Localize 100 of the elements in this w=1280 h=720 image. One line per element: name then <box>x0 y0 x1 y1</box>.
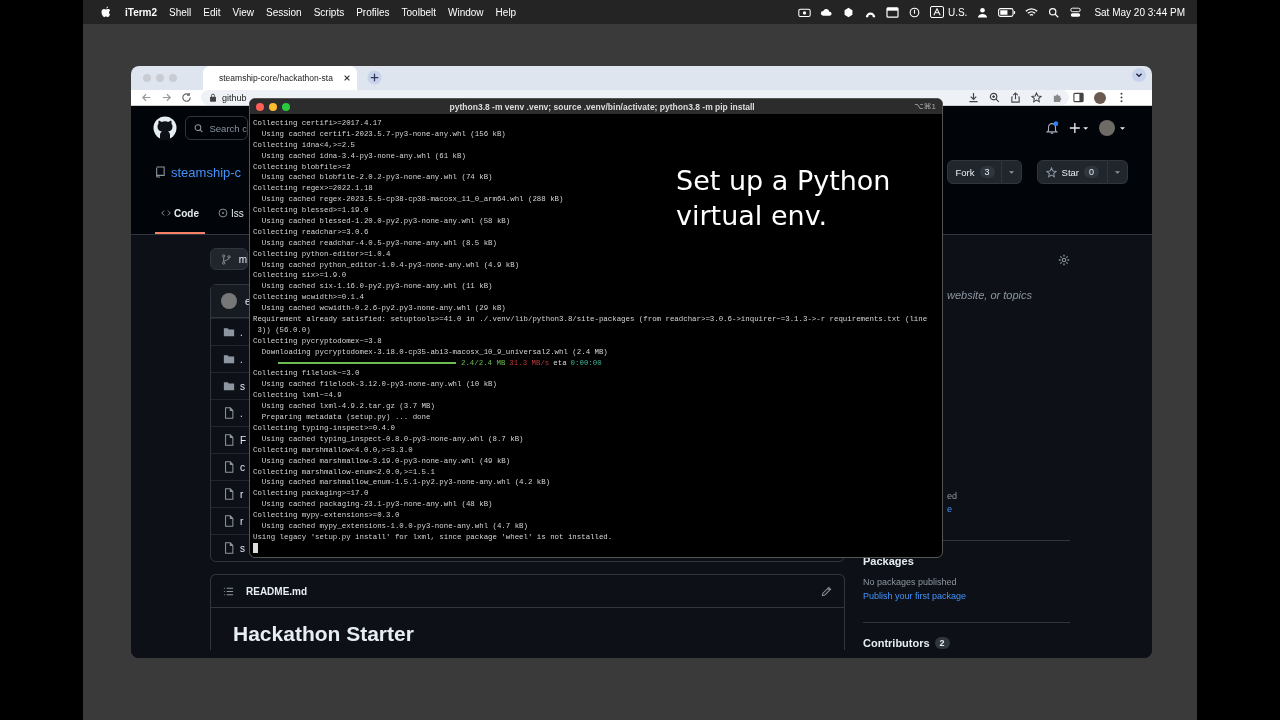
branch-selector-button[interactable]: m <box>210 248 248 270</box>
release-link[interactable]: e <box>947 504 952 514</box>
menu-item[interactable]: View <box>232 6 255 18</box>
code-brackets-icon <box>161 208 171 218</box>
menu-item[interactable]: Session <box>266 6 302 18</box>
caption-text: virtual env. <box>676 199 829 233</box>
readme-title: README.md <box>246 585 308 597</box>
keyboard-letter-icon <box>929 6 944 18</box>
input-source-label: U.S. <box>947 6 968 18</box>
caret-icon[interactable] <box>1119 125 1126 131</box>
control-center-icon[interactable] <box>1069 6 1083 18</box>
packages-empty-text: No packages published <box>863 577 957 587</box>
new-tab-plus-icon[interactable] <box>367 70 382 85</box>
file-name-link[interactable]: r <box>240 515 244 527</box>
octocat-logo-icon[interactable] <box>153 116 177 140</box>
download-icon[interactable] <box>968 92 979 103</box>
user-avatar[interactable] <box>1099 120 1115 136</box>
repository-icon <box>155 166 165 178</box>
repository-link[interactable]: steamship-c <box>171 164 242 180</box>
menu-item[interactable]: Toolbelt <box>401 6 436 18</box>
profile-avatar[interactable] <box>1094 91 1106 104</box>
list-icon[interactable] <box>223 585 234 597</box>
star-button[interactable]: Star 0 <box>1036 160 1108 184</box>
input-source-indicator[interactable]: U.S. <box>929 6 968 18</box>
pencil-icon[interactable] <box>821 585 832 597</box>
file-name-link[interactable]: . <box>240 326 243 338</box>
menu-item[interactable]: Help <box>495 6 517 18</box>
battery-icon[interactable] <box>998 6 1017 18</box>
contributors-count: 2 <box>934 637 950 649</box>
zoom-icon[interactable] <box>989 92 1000 103</box>
file-icon <box>223 407 235 419</box>
about-placeholder-text: website, or topics <box>946 289 1033 301</box>
tab-search-chevron-icon[interactable] <box>1132 68 1146 82</box>
window-minimize-light[interactable] <box>269 102 277 111</box>
search-field[interactable]: Search c <box>185 116 248 140</box>
menu-bar-clock[interactable]: Sat May 20 3:44 PM <box>1094 6 1185 18</box>
apple-logo-icon[interactable] <box>101 6 111 18</box>
puzzle-piece-icon[interactable] <box>1052 92 1063 103</box>
close-icon[interactable] <box>343 74 351 82</box>
share-icon[interactable] <box>1010 92 1021 103</box>
file-name-link[interactable]: c <box>240 461 245 473</box>
repository-tab[interactable]: Code <box>155 194 205 234</box>
power-circle-icon[interactable] <box>907 6 921 18</box>
commit-author-avatar <box>221 293 237 309</box>
menu-item[interactable]: Profiles <box>356 6 390 18</box>
browser-tab[interactable]: steamship-core/hackathon-sta <box>203 66 357 90</box>
back-arrow-icon[interactable] <box>141 92 152 103</box>
cloud-icon[interactable] <box>819 6 833 18</box>
star-icon <box>1045 166 1057 178</box>
menu-item[interactable]: Shell <box>169 6 192 18</box>
person-icon[interactable] <box>976 6 990 18</box>
caption-text: Set up a Python <box>676 164 891 198</box>
file-name-link[interactable]: . <box>240 407 243 419</box>
search-icon <box>194 122 204 134</box>
publish-package-link[interactable]: Publish your first package <box>863 591 967 601</box>
app-menu[interactable]: iTerm2 <box>125 6 158 18</box>
folder-icon <box>223 353 235 365</box>
file-name-link[interactable]: . <box>240 353 243 365</box>
branch-icon <box>221 253 232 265</box>
window-zoom-light[interactable] <box>282 102 290 111</box>
folder-icon <box>223 380 235 392</box>
folder-icon <box>223 326 235 338</box>
file-name-link[interactable]: s <box>240 380 245 392</box>
repository-tab[interactable]: Iss <box>212 194 244 234</box>
star-count: 0 <box>1084 166 1099 178</box>
file-name-link[interactable]: r <box>240 488 244 500</box>
search-icon[interactable] <box>1047 6 1061 18</box>
readme-heading: Hackathon Starter <box>232 621 415 647</box>
notification-bell-icon[interactable] <box>1045 121 1059 135</box>
fork-count: 3 <box>979 166 995 178</box>
caret-icon <box>1114 169 1121 175</box>
file-icon <box>223 461 235 473</box>
sidebar-icon[interactable] <box>1073 92 1084 103</box>
bookmark-star-icon[interactable] <box>1031 92 1042 103</box>
file-name-link[interactable]: s <box>240 542 245 554</box>
window-icon[interactable] <box>885 6 899 18</box>
releases-text: ed <box>947 491 957 501</box>
reload-icon[interactable] <box>181 92 192 103</box>
terminal-shortcut: ⌥⌘1 <box>914 102 936 111</box>
fork-button[interactable]: Fork 3 <box>946 160 1002 184</box>
menu-item[interactable]: Window <box>448 6 484 18</box>
lock-icon <box>209 93 217 102</box>
star-dropdown-button[interactable] <box>1108 160 1128 184</box>
plus-dropdown-icon[interactable] <box>1069 121 1089 135</box>
caret-icon <box>1007 169 1015 175</box>
menu-item[interactable]: Scripts <box>313 6 345 18</box>
window-close-light[interactable] <box>256 102 264 111</box>
forward-arrow-icon[interactable] <box>161 92 172 103</box>
file-icon <box>223 434 235 446</box>
file-name-link[interactable]: F <box>240 434 247 446</box>
file-icon <box>223 488 235 500</box>
settings-gear-icon[interactable] <box>1058 254 1070 266</box>
text-cursor <box>253 542 258 553</box>
menu-item[interactable]: Edit <box>203 6 221 18</box>
circle-dot-icon <box>218 208 228 218</box>
file-icon <box>223 515 235 527</box>
wifi-icon[interactable] <box>1025 6 1039 18</box>
video-camera-icon[interactable] <box>797 6 811 18</box>
packages-heading[interactable]: Packages <box>863 555 914 567</box>
contributors-heading[interactable]: Contributors <box>863 637 930 649</box>
